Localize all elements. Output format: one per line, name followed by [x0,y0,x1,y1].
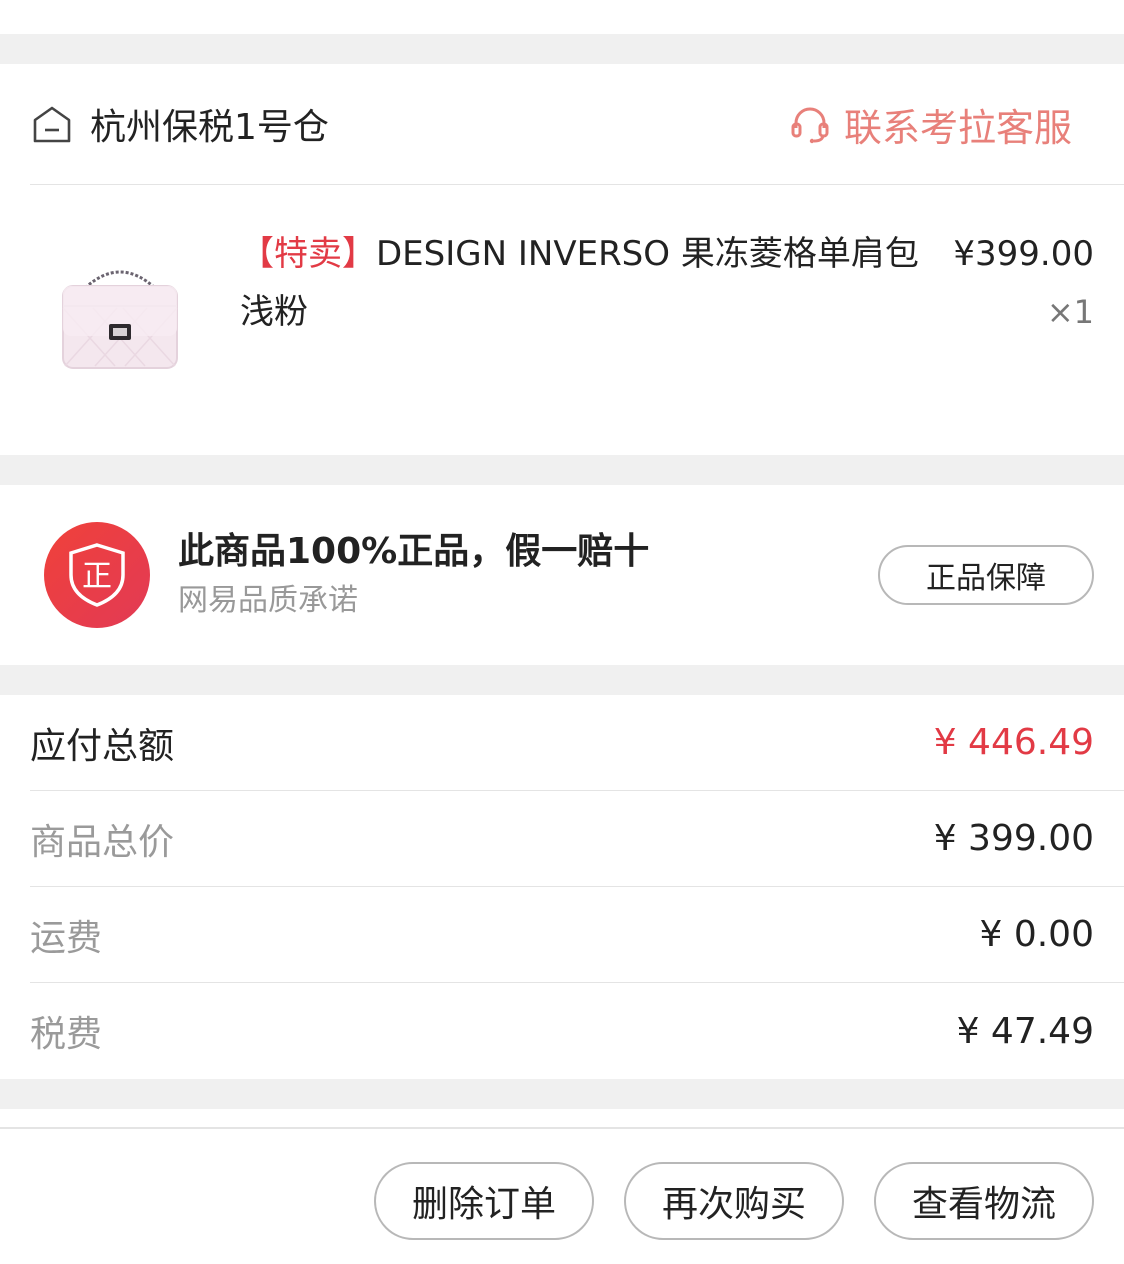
warehouse-icon [33,106,71,143]
view-logistics-button[interactable]: 查看物流 [874,1162,1094,1240]
tax-fee-label: 税费 [30,1014,103,1055]
buy-again-button[interactable]: 再次购买 [624,1162,844,1240]
section-gap [0,665,1124,695]
product-thumbnail[interactable] [30,231,210,411]
svg-text:正: 正 [82,559,112,594]
section-gap [0,1079,1124,1109]
sale-tag: 【特卖】 [240,234,376,274]
goods-total-row: 商品总价 ¥ 399.00 [30,791,1124,887]
goods-total-label: 商品总价 [30,821,175,863]
product-info: 【特卖】DESIGN INVERSO 果冻菱格单肩包 浅粉 [240,225,920,455]
bag-image [62,270,178,369]
shipping-fee-value: ¥ 0.00 [979,914,1094,955]
shipping-fee-label: 运费 [30,917,103,959]
authentic-badge-icon: 正 [44,522,150,628]
contact-service-link[interactable]: 联系考拉客服 [790,97,1072,152]
guarantee-text: 此商品100%正品，假一赔十 网易品质承诺 [178,526,649,624]
product-title[interactable]: 【特卖】DESIGN INVERSO 果冻菱格单肩包 浅粉 [240,225,920,341]
contact-service-label: 联系考拉客服 [843,105,1072,150]
shield-icon: 正 [69,543,125,607]
section-gap [0,34,1124,64]
price-summary: 应付总额 ¥ 446.49 商品总价 ¥ 399.00 运费 ¥ 0.00 税费… [0,695,1124,1079]
headset-icon [791,107,829,144]
section-gap [0,455,1124,485]
product-quantity: ×1 [1046,293,1094,331]
order-actions: 删除订单 再次购买 查看物流 [374,1162,1094,1240]
top-spacer [0,0,1124,34]
product-price: ¥399.00 [953,234,1094,274]
warehouse-name: 杭州保税1号仓 [90,107,329,148]
guarantee-title: 此商品100%正品，假一赔十 [178,531,650,572]
payable-total-value: ¥ 446.49 [933,722,1094,763]
warehouse-info: 杭州保税1号仓 [32,98,329,150]
shipping-fee-row: 运费 ¥ 0.00 [30,887,1124,983]
tax-fee-value: ¥ 47.49 [956,1010,1094,1052]
guarantee-subtitle: 网易品质承诺 [178,583,358,618]
payable-total-row: 应付总额 ¥ 446.49 [30,695,1124,791]
delete-order-button[interactable]: 删除订单 [374,1162,594,1240]
product-item[interactable]: 【特卖】DESIGN INVERSO 果冻菱格单肩包 浅粉 ¥399.00 ×1 [0,185,1124,455]
tax-fee-row: 税费 ¥ 47.49 [30,983,1124,1079]
authenticity-guarantee: 正 此商品100%正品，假一赔十 网易品质承诺 正品保障 [0,485,1124,665]
order-detail-page: 杭州保税1号仓 联系考拉客服 【特卖】DESIGN INVERSO 果冻菱格单肩… [0,0,1124,1264]
warehouse-header: 杭州保税1号仓 联系考拉客服 [0,64,1124,184]
goods-total-value: ¥ 399.00 [933,818,1094,859]
authentic-guarantee-button[interactable]: 正品保障 [878,545,1094,605]
payable-total-label: 应付总额 [30,725,175,767]
footer-divider [0,1127,1124,1129]
